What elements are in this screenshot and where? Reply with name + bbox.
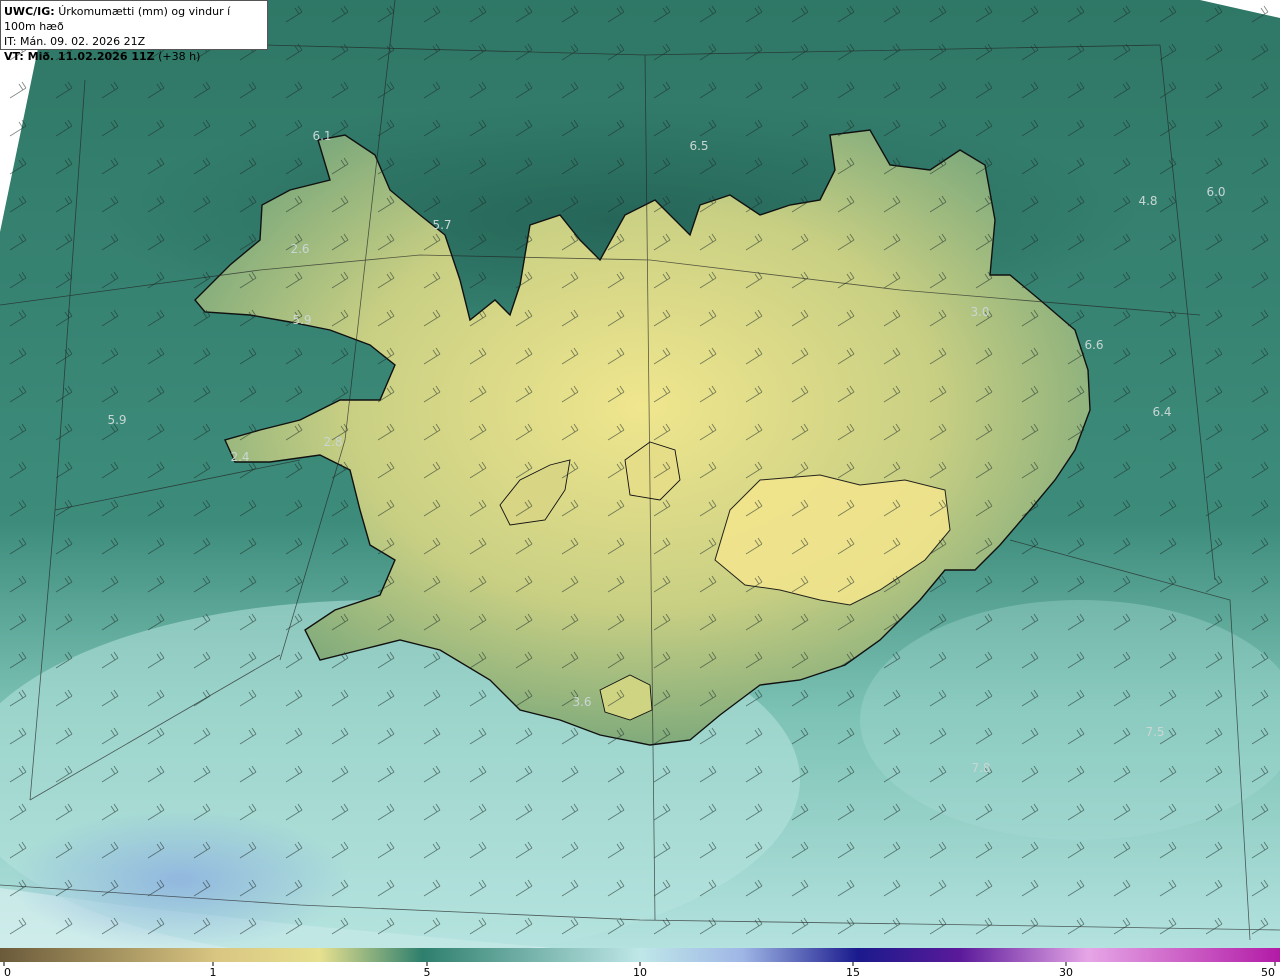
valid-time: VT: Mið. 11.02.2026 11Z	[4, 50, 155, 63]
colorbar-ticks: 0 1 5 10 15 30 50	[3, 962, 1276, 978]
precip-value-label: 6.6	[1084, 338, 1103, 352]
precip-value-label: 7.8	[971, 761, 990, 775]
precip-value-label: 3.6	[572, 695, 591, 709]
model-name: UWC/IG:	[4, 5, 55, 18]
precip-value-label: 4.8	[1138, 194, 1157, 208]
colorbar-tick-label: 5	[424, 966, 431, 978]
precip-value-label: 2.4	[230, 450, 249, 464]
precip-value-label: 7.5	[1145, 725, 1164, 739]
precip-value-label: 6.0	[1206, 185, 1225, 199]
valid-time-line: VT: Mið. 11.02.2026 11Z (+38 h)	[4, 49, 264, 64]
init-time: IT: Mán. 09. 02. 2026 21Z	[4, 35, 146, 48]
colorbar-tick-label: 30	[1059, 966, 1073, 978]
colorbar-tick-label: 1	[210, 966, 217, 978]
precip-value-label: 2.8	[323, 435, 342, 449]
colorbar-tick-label: 0	[4, 966, 11, 978]
precip-value-label: 6.5	[689, 139, 708, 153]
colorbar-tick-label: 10	[633, 966, 647, 978]
title-line: UWC/IG: Úrkomumætti (mm) og vindur í 100…	[4, 4, 264, 34]
colorbar-tick-label: 50	[1261, 966, 1275, 978]
precip-value-label: 5.7	[432, 218, 451, 232]
weather-map: 6.1 6.5 5.7 4.8 6.0 2.6 3.0 5.9 6.6 5.9 6.4 2.8 2.4 3…	[0, 0, 1280, 948]
colorbar-tick-label: 15	[846, 966, 860, 978]
colorbar: 0 1 5 10 15 30 50	[0, 948, 1280, 978]
precip-value-label: 5.9	[292, 313, 311, 327]
wind-barbs	[0, 0, 1280, 948]
precip-value-label: 2.6	[290, 242, 309, 256]
precip-value-label: 5.9	[107, 413, 126, 427]
colorbar-gradient	[0, 948, 1280, 962]
info-box: UWC/IG: Úrkomumætti (mm) og vindur í 100…	[0, 0, 268, 63]
precip-value-label: 6.1	[312, 129, 331, 143]
precip-value-label: 6.4	[1152, 405, 1171, 419]
lead-time: (+38 h)	[154, 50, 201, 63]
precip-value-label: 3.0	[970, 305, 989, 319]
